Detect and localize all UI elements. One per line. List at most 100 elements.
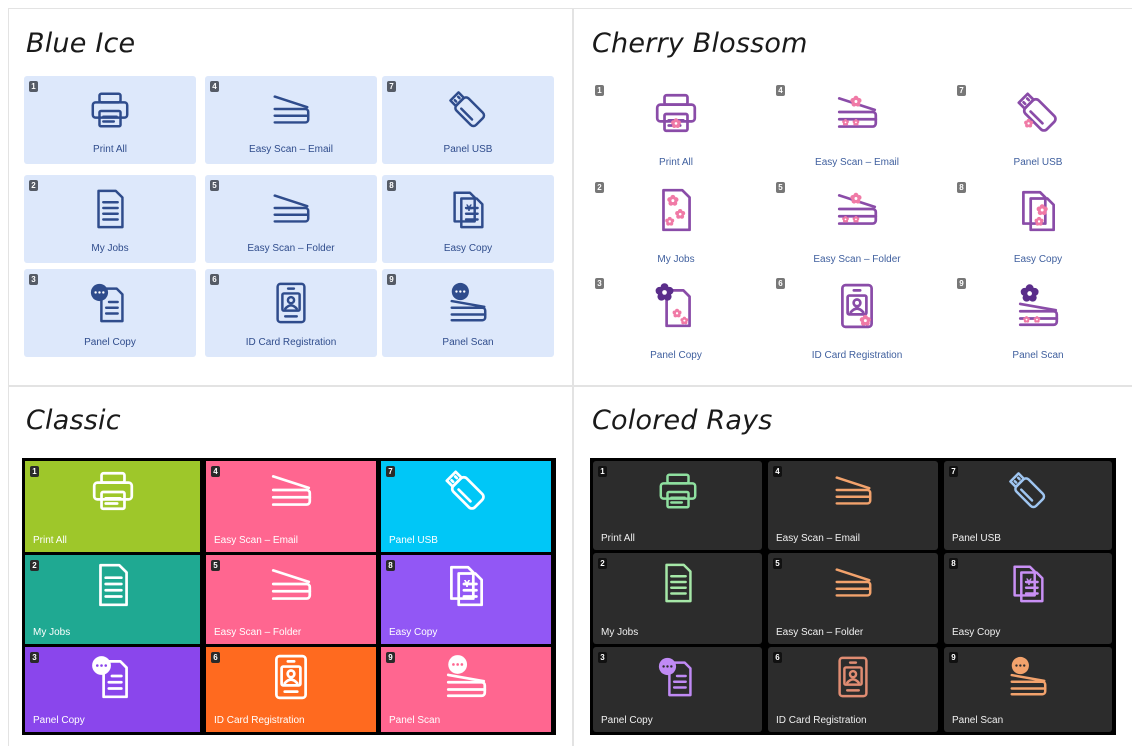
tile-panel-usb[interactable]: 7 Panel USB	[952, 80, 1124, 175]
theme-title-colored-rays: Colored Rays	[592, 405, 773, 436]
tile-easy-copy[interactable]: 8 Easy Copy	[952, 177, 1124, 272]
scanner-icon	[269, 187, 313, 231]
tile-label: Panel Copy	[650, 350, 702, 361]
tile-panel-usb[interactable]: 7 Panel USB	[381, 461, 551, 552]
tile-label: Panel Copy	[601, 715, 653, 726]
tile-easy-scan-folder[interactable]: 5 Easy Scan – Folder	[205, 175, 377, 263]
tile-label: Panel USB	[1013, 157, 1063, 168]
tile-number-badge: 6	[211, 652, 220, 663]
tile-number-badge: 7	[957, 85, 966, 96]
theme-preview-cherry-blossom: 1 Print All 2 My Jobs 3 Panel Copy 4 Easy Sca…	[590, 80, 1130, 370]
tile-panel-scan[interactable]: 9 Panel Scan	[952, 273, 1124, 368]
scanner-icon	[269, 88, 313, 132]
usb-drive-icon	[442, 467, 490, 515]
tile-panel-usb[interactable]: 7 Panel USB	[944, 461, 1112, 550]
tile-panel-copy[interactable]: 3 Panel Copy	[590, 273, 762, 368]
tile-panel-usb[interactable]: 7 Panel USB	[382, 76, 554, 164]
tile-id-card-registration[interactable]: 6 ID Card Registration	[771, 273, 943, 368]
tile-easy-scan-folder[interactable]: 5 Easy Scan – Folder	[771, 177, 943, 272]
tile-number-badge: 1	[29, 81, 38, 92]
tile-print-all[interactable]: 1 Print All	[590, 80, 762, 175]
tile-panel-scan[interactable]: 9 Panel Scan	[381, 647, 551, 732]
tile-label: Easy Copy	[1013, 254, 1063, 265]
tile-label: ID Card Registration	[214, 715, 305, 726]
tile-number-badge: 9	[957, 278, 966, 289]
tile-my-jobs[interactable]: 2 My Jobs	[590, 177, 762, 272]
printer-icon	[89, 467, 137, 515]
tile-number-badge: 5	[773, 558, 782, 569]
tile-easy-copy[interactable]: 8 ¥ Easy Copy	[381, 555, 551, 644]
tile-id-card-registration[interactable]: 6 ID Card Registration	[768, 647, 938, 732]
tile-easy-scan-email[interactable]: 4 Easy Scan – Email	[205, 76, 377, 164]
tile-easy-copy[interactable]: 8 ¥ Easy Copy	[944, 553, 1112, 644]
tile-easy-scan-email[interactable]: 4 Easy Scan – Email	[771, 80, 943, 175]
tile-label: My Jobs	[33, 627, 71, 638]
tile-print-all[interactable]: 1 Print All	[593, 461, 762, 550]
id-card-icon	[267, 653, 315, 701]
tile-number-badge: 6	[210, 274, 219, 285]
tile-my-jobs[interactable]: 2 My Jobs	[593, 553, 762, 644]
tile-number-badge: 2	[598, 558, 607, 569]
tile-print-all[interactable]: 1 Print All	[25, 461, 200, 552]
tile-label: Easy Scan – Email	[214, 535, 298, 546]
tile-label: Print All	[93, 144, 127, 155]
tile-number-badge: 7	[949, 466, 958, 477]
tile-easy-scan-email[interactable]: 4 Easy Scan – Email	[206, 461, 376, 552]
tile-label: Print All	[601, 533, 635, 544]
tile-number-badge: 4	[773, 466, 782, 477]
panel-scan-icon	[442, 653, 490, 701]
copy-documents-icon: ¥	[1006, 561, 1050, 605]
document-icon	[88, 187, 132, 231]
tile-label: Print All	[33, 535, 67, 546]
usb-drive-icon	[446, 88, 490, 132]
tile-label: Easy Copy	[389, 627, 438, 638]
tile-easy-scan-folder[interactable]: 5 Easy Scan – Folder	[206, 555, 376, 644]
tile-easy-copy[interactable]: 8 ¥ Easy Copy	[382, 175, 554, 263]
tile-number-badge: 3	[29, 274, 38, 285]
tile-easy-scan-email[interactable]: 4 Easy Scan – Email	[768, 461, 938, 550]
theme-title-classic: Classic	[26, 405, 121, 436]
tile-panel-copy[interactable]: 3 Panel Copy	[24, 269, 196, 357]
svg-text:¥: ¥	[1026, 578, 1032, 588]
scanner-icon	[831, 561, 875, 605]
tile-number-badge: 4	[776, 85, 785, 96]
tile-panel-scan[interactable]: 9 Panel Scan	[382, 269, 554, 357]
tile-print-all[interactable]: 1 Print All	[24, 76, 196, 164]
scanner-icon	[267, 561, 315, 609]
tile-panel-copy[interactable]: 3 Panel Copy	[25, 647, 200, 732]
tile-number-badge: 6	[773, 652, 782, 663]
tile-label: Panel USB	[443, 144, 493, 155]
tile-number-badge: 1	[598, 466, 607, 477]
id-card-icon	[831, 655, 875, 699]
tile-label: Easy Scan – Email	[776, 533, 860, 544]
theme-preview-classic: 1 Print All 2 My Jobs 3 Panel Copy 4 Easy S…	[22, 458, 556, 735]
left-divider	[8, 8, 9, 746]
tile-number-badge: 4	[211, 466, 220, 477]
printer-icon	[88, 88, 132, 132]
theme-preview-blue-ice: 1 Print All 2 My Jobs 3 Panel Copy 4 Easy S…	[24, 76, 560, 359]
tile-number-badge: 9	[387, 274, 396, 285]
tile-label: Easy Scan – Folder	[813, 254, 901, 265]
tile-id-card-registration[interactable]: 6 ID Card Registration	[205, 269, 377, 357]
tile-number-badge: 6	[776, 278, 785, 289]
tile-label: Easy Scan – Folder	[214, 627, 302, 638]
tile-label: Print All	[659, 157, 693, 168]
tile-label: Panel Scan	[442, 337, 494, 348]
tile-id-card-registration[interactable]: 6 ID Card Registration	[206, 647, 376, 732]
tile-number-badge: 5	[211, 560, 220, 571]
panel-scan-icon	[1014, 282, 1062, 330]
panel-copy-icon	[89, 653, 137, 701]
tile-panel-scan[interactable]: 9 Panel Scan	[944, 647, 1112, 732]
tile-number-badge: 9	[949, 652, 958, 663]
tile-label: ID Card Registration	[811, 350, 903, 361]
svg-text:¥: ¥	[464, 579, 471, 590]
tile-panel-copy[interactable]: 3 Panel Copy	[593, 647, 762, 732]
printer-icon	[656, 469, 700, 513]
tile-my-jobs[interactable]: 2 My Jobs	[25, 555, 200, 644]
tile-number-badge: 8	[386, 560, 395, 571]
tile-my-jobs[interactable]: 2 My Jobs	[24, 175, 196, 263]
tile-label: Easy Scan – Email	[249, 144, 333, 155]
tile-number-badge: 2	[595, 182, 604, 193]
tile-easy-scan-folder[interactable]: 5 Easy Scan – Folder	[768, 553, 938, 644]
tile-number-badge: 5	[776, 182, 785, 193]
